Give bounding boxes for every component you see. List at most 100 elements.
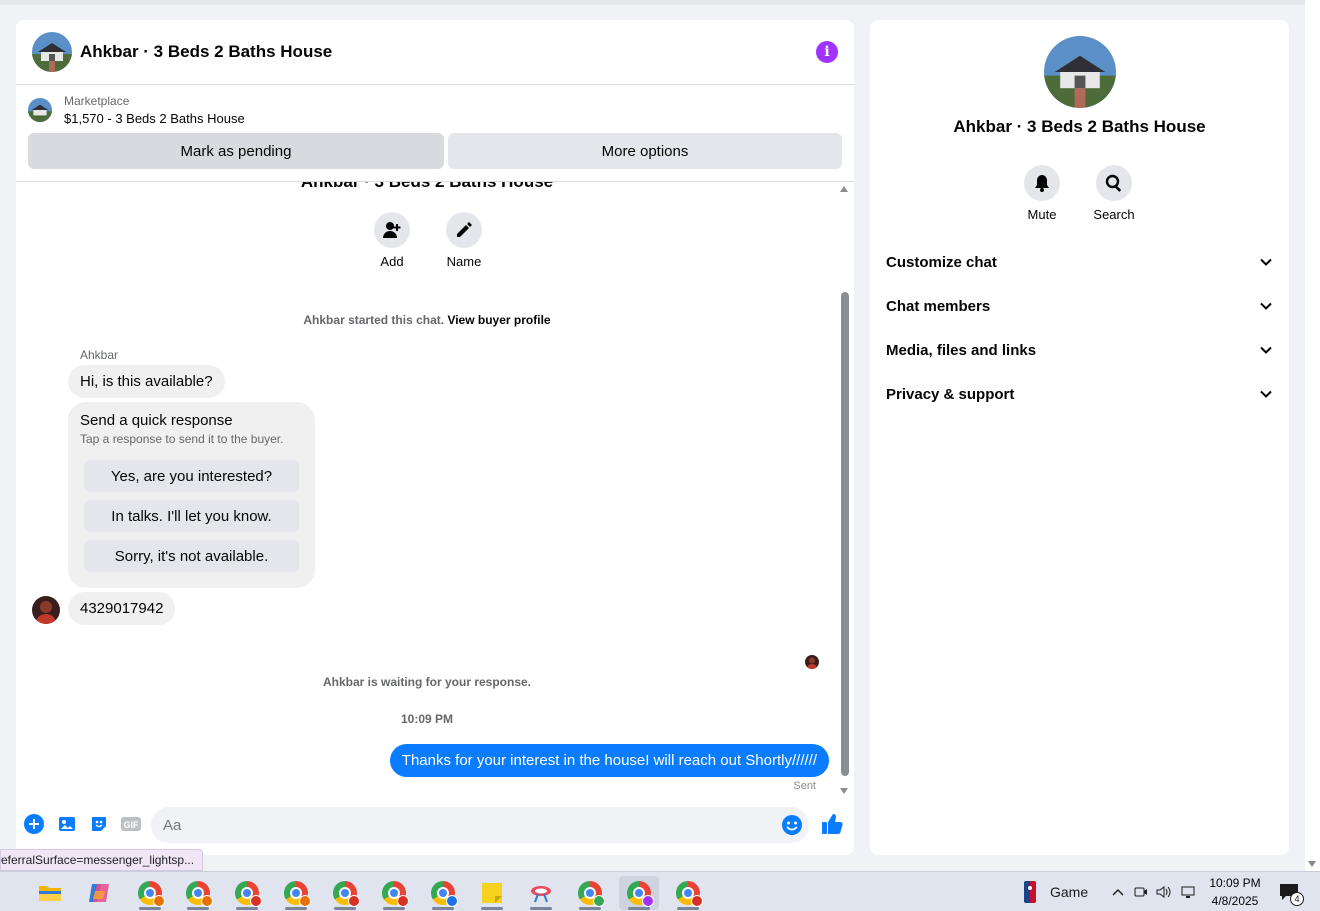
- name-chat-button[interactable]: Name: [446, 212, 482, 269]
- message-timestamp: 10:09 PM: [400, 712, 454, 726]
- incoming-phone-message[interactable]: 4329017942: [68, 592, 176, 625]
- media-files-links-section[interactable]: Media, files and links: [886, 328, 1273, 372]
- marketplace-label: Marketplace: [64, 94, 130, 108]
- add-person-icon: [383, 222, 401, 238]
- quick-response-in-talks-button[interactable]: In talks. I'll let you know.: [84, 500, 299, 532]
- sent-status: Sent: [793, 780, 816, 792]
- mark-as-pending-button[interactable]: Mark as pending: [28, 133, 444, 169]
- chat-avatar[interactable]: [32, 32, 72, 72]
- scroll-down-arrow-icon[interactable]: [1308, 861, 1316, 867]
- add-label: Add: [380, 254, 404, 269]
- chrome-profile-6-icon[interactable]: [374, 876, 414, 910]
- task-view-icon[interactable]: [0, 876, 20, 910]
- plus-icon[interactable]: [24, 814, 44, 839]
- section-label: Media, files and links: [886, 341, 1037, 359]
- gif-label: GIF: [124, 820, 140, 830]
- seen-receipt-avatar: [805, 655, 819, 669]
- search-icon: [1105, 174, 1122, 192]
- section-label: Chat members: [886, 297, 991, 315]
- section-label: Privacy & support: [886, 385, 1015, 403]
- chat-info-panel: Ahkbar · 3 Beds 2 Baths House Mute Searc…: [870, 20, 1289, 855]
- bell-icon: [1035, 175, 1049, 192]
- quick-response-yes-button[interactable]: Yes, are you interested?: [84, 460, 299, 492]
- chat-title[interactable]: Ahkbar · 3 Beds 2 Baths House: [80, 42, 816, 62]
- info-title: Ahkbar · 3 Beds 2 Baths House: [953, 117, 1206, 136]
- network-icon[interactable]: [1180, 885, 1196, 899]
- chrome-profile-8-icon[interactable]: [570, 876, 610, 910]
- taskbar: Game 10:09 PM 4/8/2025 4: [0, 871, 1320, 911]
- chat-panel: Ahkbar · 3 Beds 2 Baths House i Marketpl…: [16, 20, 854, 855]
- chrome-profile-5-icon[interactable]: [325, 876, 365, 910]
- listing-thumbnail[interactable]: [28, 98, 52, 122]
- name-label: Name: [446, 254, 482, 269]
- more-options-button[interactable]: More options: [448, 133, 842, 169]
- customize-chat-section[interactable]: Customize chat: [886, 240, 1273, 284]
- quick-response-title: Send a quick response: [80, 412, 233, 429]
- sticky-notes-icon[interactable]: [472, 876, 512, 910]
- chevron-down-icon: [1260, 302, 1272, 310]
- quick-response-subtitle: Tap a response to send it to the buyer.: [80, 432, 284, 446]
- nba-logo-icon: [1024, 881, 1036, 903]
- marketplace-bar: Marketplace $1,570 - 3 Beds 2 Baths Hous…: [16, 85, 854, 182]
- chrome-profile-3-icon[interactable]: [227, 876, 267, 910]
- widget-text: Game: [1050, 884, 1089, 900]
- link-preview-tooltip: eferralSurface=messenger_lightsp...: [0, 849, 204, 871]
- chevron-up-icon[interactable]: [1112, 887, 1124, 897]
- clock-time: 10:09 PM: [1209, 876, 1261, 890]
- incoming-message[interactable]: Hi, is this available?: [68, 365, 225, 398]
- chevron-down-icon: [1260, 258, 1272, 266]
- pencil-icon: [457, 222, 472, 237]
- file-explorer-icon[interactable]: [30, 876, 70, 910]
- camera-icon[interactable]: [1134, 885, 1148, 899]
- info-icon[interactable]: i: [816, 41, 838, 63]
- message-input[interactable]: [151, 807, 809, 843]
- chrome-profile-1-icon[interactable]: [130, 876, 170, 910]
- system-tray: [1112, 872, 1196, 911]
- scroll-up-arrow-icon[interactable]: [840, 186, 848, 192]
- message-scrollbar[interactable]: [838, 182, 854, 794]
- chrome-profile-7-icon[interactable]: [423, 876, 463, 910]
- scroll-down-arrow-icon[interactable]: [840, 788, 848, 794]
- add-people-button[interactable]: Add: [374, 212, 410, 269]
- sender-avatar[interactable]: [32, 596, 60, 624]
- copilot-icon[interactable]: [79, 876, 119, 910]
- volume-icon[interactable]: [1156, 885, 1172, 899]
- composer: GIF: [16, 804, 854, 848]
- message-list: Ahkbar · 3 Beds 2 Baths House Add Name A…: [16, 182, 838, 794]
- mute-label: Mute: [1027, 207, 1057, 222]
- photo-icon[interactable]: [57, 814, 77, 839]
- notification-count: 4: [1290, 892, 1304, 906]
- view-buyer-profile-link[interactable]: View buyer profile: [447, 313, 550, 327]
- info-avatar[interactable]: [1044, 36, 1116, 108]
- emoji-icon[interactable]: [781, 814, 803, 841]
- gif-icon[interactable]: GIF: [120, 814, 142, 839]
- privacy-support-section[interactable]: Privacy & support: [886, 372, 1273, 416]
- thread-name: Ahkbar · 3 Beds 2 Baths House: [16, 182, 838, 192]
- thumbs-up-icon[interactable]: [821, 812, 843, 841]
- search-label: Search: [1093, 207, 1135, 222]
- clock-date: 4/8/2025: [1211, 894, 1259, 908]
- section-label: Customize chat: [886, 253, 997, 271]
- quick-response-not-available-button[interactable]: Sorry, it's not available.: [84, 540, 299, 572]
- chat-started-notice: Ahkbar started this chat. View buyer pro…: [16, 313, 838, 327]
- browser-top-edge: [0, 0, 1305, 5]
- chrome-profile-10-icon[interactable]: [668, 876, 708, 910]
- chrome-profile-4-icon[interactable]: [276, 876, 316, 910]
- mute-button[interactable]: Mute: [1024, 165, 1060, 222]
- notifications-button[interactable]: 4: [1278, 872, 1304, 911]
- chevron-down-icon: [1260, 390, 1272, 398]
- search-button[interactable]: Search: [1093, 165, 1135, 222]
- chrome-profile-9-icon[interactable]: [619, 876, 659, 910]
- outgoing-message[interactable]: Thanks for your interest in the houseI w…: [389, 744, 829, 777]
- waiting-notice: Ahkbar is waiting for your response.: [322, 675, 532, 689]
- scrollbar-thumb[interactable]: [841, 292, 849, 776]
- page-scrollbar[interactable]: [1305, 0, 1320, 871]
- listing-title[interactable]: $1,570 - 3 Beds 2 Baths House: [64, 111, 245, 126]
- snipping-tool-icon[interactable]: [521, 876, 561, 910]
- sticker-icon[interactable]: [89, 814, 109, 839]
- widgets-button[interactable]: Game: [1024, 872, 1088, 911]
- chrome-profile-2-icon[interactable]: [178, 876, 218, 910]
- chat-members-section[interactable]: Chat members: [886, 284, 1273, 328]
- chat-header: Ahkbar · 3 Beds 2 Baths House i: [16, 20, 854, 85]
- clock[interactable]: 10:09 PM 4/8/2025: [1204, 874, 1266, 910]
